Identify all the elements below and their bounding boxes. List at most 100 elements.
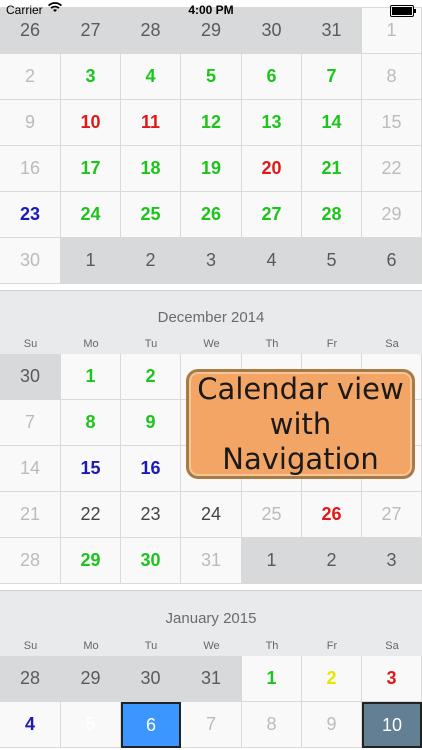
day-cell[interactable]: 17 (61, 146, 121, 192)
weekday-label: Tu (144, 338, 158, 350)
weekday-label: Su (23, 338, 38, 350)
day-cell[interactable]: 22 (61, 492, 121, 538)
day-cell[interactable]: 20 (242, 146, 302, 192)
day-cell[interactable]: 2 (0, 54, 61, 100)
month-title: December 2014 (157, 309, 265, 326)
feature-callout: Calendar view with Navigation (186, 369, 415, 479)
day-cell[interactable]: 15 (362, 100, 422, 146)
day-cell[interactable]: 8 (61, 400, 121, 446)
weekday-label: Mo (83, 640, 99, 652)
day-cell[interactable]: 2 (121, 354, 181, 400)
weekday-label: Fr (326, 640, 338, 652)
weekday-row: Su Mo Tu We Th Fr Sa (0, 338, 422, 350)
day-cell[interactable]: 16 (121, 446, 181, 492)
day-cell[interactable]: 10 (61, 100, 121, 146)
day-cell[interactable]: 30 (121, 656, 181, 702)
weekday-label: Su (23, 640, 38, 652)
day-cell[interactable]: 5 (302, 238, 362, 284)
day-cell[interactable]: 31 (181, 656, 242, 702)
day-cell[interactable]: 6 (242, 54, 302, 100)
day-cell-selected[interactable]: 6 (121, 702, 181, 748)
day-cell[interactable]: 31 (181, 538, 242, 584)
day-cell[interactable]: 1 (242, 656, 302, 702)
callout-line: Navigation (222, 441, 379, 476)
month-grid: 26 27 28 29 30 31 1 2 3 4 5 6 7 8 9 10 11 12 13 14 15 16 17 18 1… (0, 7, 422, 284)
day-cell[interactable]: 24 (61, 192, 121, 238)
day-cell[interactable]: 8 (242, 702, 302, 748)
weekday-label: Sa (385, 338, 399, 350)
day-cell[interactable]: 23 (121, 492, 181, 538)
day-cell[interactable]: 24 (181, 492, 242, 538)
month-title: January 2015 (165, 610, 257, 627)
day-cell[interactable]: 9 (121, 400, 181, 446)
day-cell[interactable]: 23 (0, 192, 61, 238)
day-cell[interactable]: 2 (302, 538, 362, 584)
day-cell[interactable]: 29 (61, 538, 121, 584)
weekday-label: Sa (385, 640, 399, 652)
day-cell[interactable]: 5 (181, 54, 242, 100)
day-cell[interactable]: 28 (0, 538, 61, 584)
day-cell[interactable]: 12 (181, 100, 242, 146)
day-cell[interactable]: 22 (362, 146, 422, 192)
day-cell[interactable]: 30 (0, 238, 61, 284)
day-cell[interactable]: 14 (0, 446, 61, 492)
day-cell[interactable]: 1 (61, 238, 121, 284)
month-header: December 2014 Su Mo Tu We Th Fr Sa (0, 290, 422, 355)
day-cell[interactable]: 30 (0, 354, 61, 400)
weekday-label: Fr (326, 338, 338, 350)
battery-icon (390, 5, 416, 17)
day-cell[interactable]: 7 (302, 54, 362, 100)
day-cell[interactable]: 4 (242, 238, 302, 284)
day-cell[interactable]: 21 (0, 492, 61, 538)
day-cell[interactable]: 3 (61, 54, 121, 100)
day-cell[interactable]: 2 (121, 238, 181, 284)
day-cell[interactable]: 30 (121, 538, 181, 584)
weekday-label: Th (265, 338, 279, 350)
callout-line: Calendar view (197, 371, 404, 406)
day-cell[interactable]: 9 (0, 100, 61, 146)
day-cell[interactable]: 1 (242, 538, 302, 584)
day-cell[interactable]: 4 (0, 702, 61, 748)
month-header: January 2015 Su Mo Tu We Th Fr Sa (0, 590, 422, 657)
day-cell[interactable]: 29 (362, 192, 422, 238)
day-cell[interactable]: 3 (181, 238, 242, 284)
day-cell[interactable]: 19 (181, 146, 242, 192)
clock: 4:00 PM (188, 3, 234, 17)
weekday-label: Mo (83, 338, 99, 350)
weekday-label: We (203, 640, 220, 652)
day-cell[interactable]: 7 (0, 400, 61, 446)
day-cell[interactable]: 7 (181, 702, 242, 748)
weekday-label: We (203, 338, 220, 350)
day-cell[interactable]: 26 (181, 192, 242, 238)
day-cell-today[interactable]: 10 (362, 702, 422, 748)
day-cell[interactable]: 3 (362, 656, 422, 702)
day-cell[interactable]: 6 (362, 238, 422, 284)
day-cell[interactable]: 26 (302, 492, 362, 538)
day-cell[interactable]: 28 (0, 656, 61, 702)
day-cell[interactable]: 21 (302, 146, 362, 192)
day-cell[interactable]: 18 (121, 146, 181, 192)
day-cell[interactable]: 25 (242, 492, 302, 538)
day-cell[interactable]: 5 (61, 702, 121, 748)
day-cell[interactable]: 14 (302, 100, 362, 146)
status-bar: Carrier 4:00 PM (0, 0, 422, 20)
day-cell[interactable]: 27 (362, 492, 422, 538)
day-cell[interactable]: 1 (61, 354, 121, 400)
day-cell[interactable]: 2 (302, 656, 362, 702)
day-cell[interactable]: 8 (362, 54, 422, 100)
day-cell[interactable]: 16 (0, 146, 61, 192)
day-cell[interactable]: 29 (61, 656, 121, 702)
weekday-label: Th (265, 640, 279, 652)
day-cell[interactable]: 27 (242, 192, 302, 238)
weekday-label: Tu (144, 640, 158, 652)
day-cell[interactable]: 9 (302, 702, 362, 748)
day-cell[interactable]: 13 (242, 100, 302, 146)
day-cell[interactable]: 4 (121, 54, 181, 100)
day-cell[interactable]: 11 (121, 100, 181, 146)
month-grid: 28 29 30 31 1 2 3 4 5 6 7 8 9 10 (0, 656, 422, 748)
day-cell[interactable]: 15 (61, 446, 121, 492)
day-cell[interactable]: 25 (121, 192, 181, 238)
day-cell[interactable]: 28 (302, 192, 362, 238)
calendar-view: 26 27 28 29 30 31 1 2 3 4 5 6 7 8 9 10 11 12 13 14 15 16 17 18 1… (0, 0, 422, 750)
day-cell[interactable]: 3 (362, 538, 422, 584)
